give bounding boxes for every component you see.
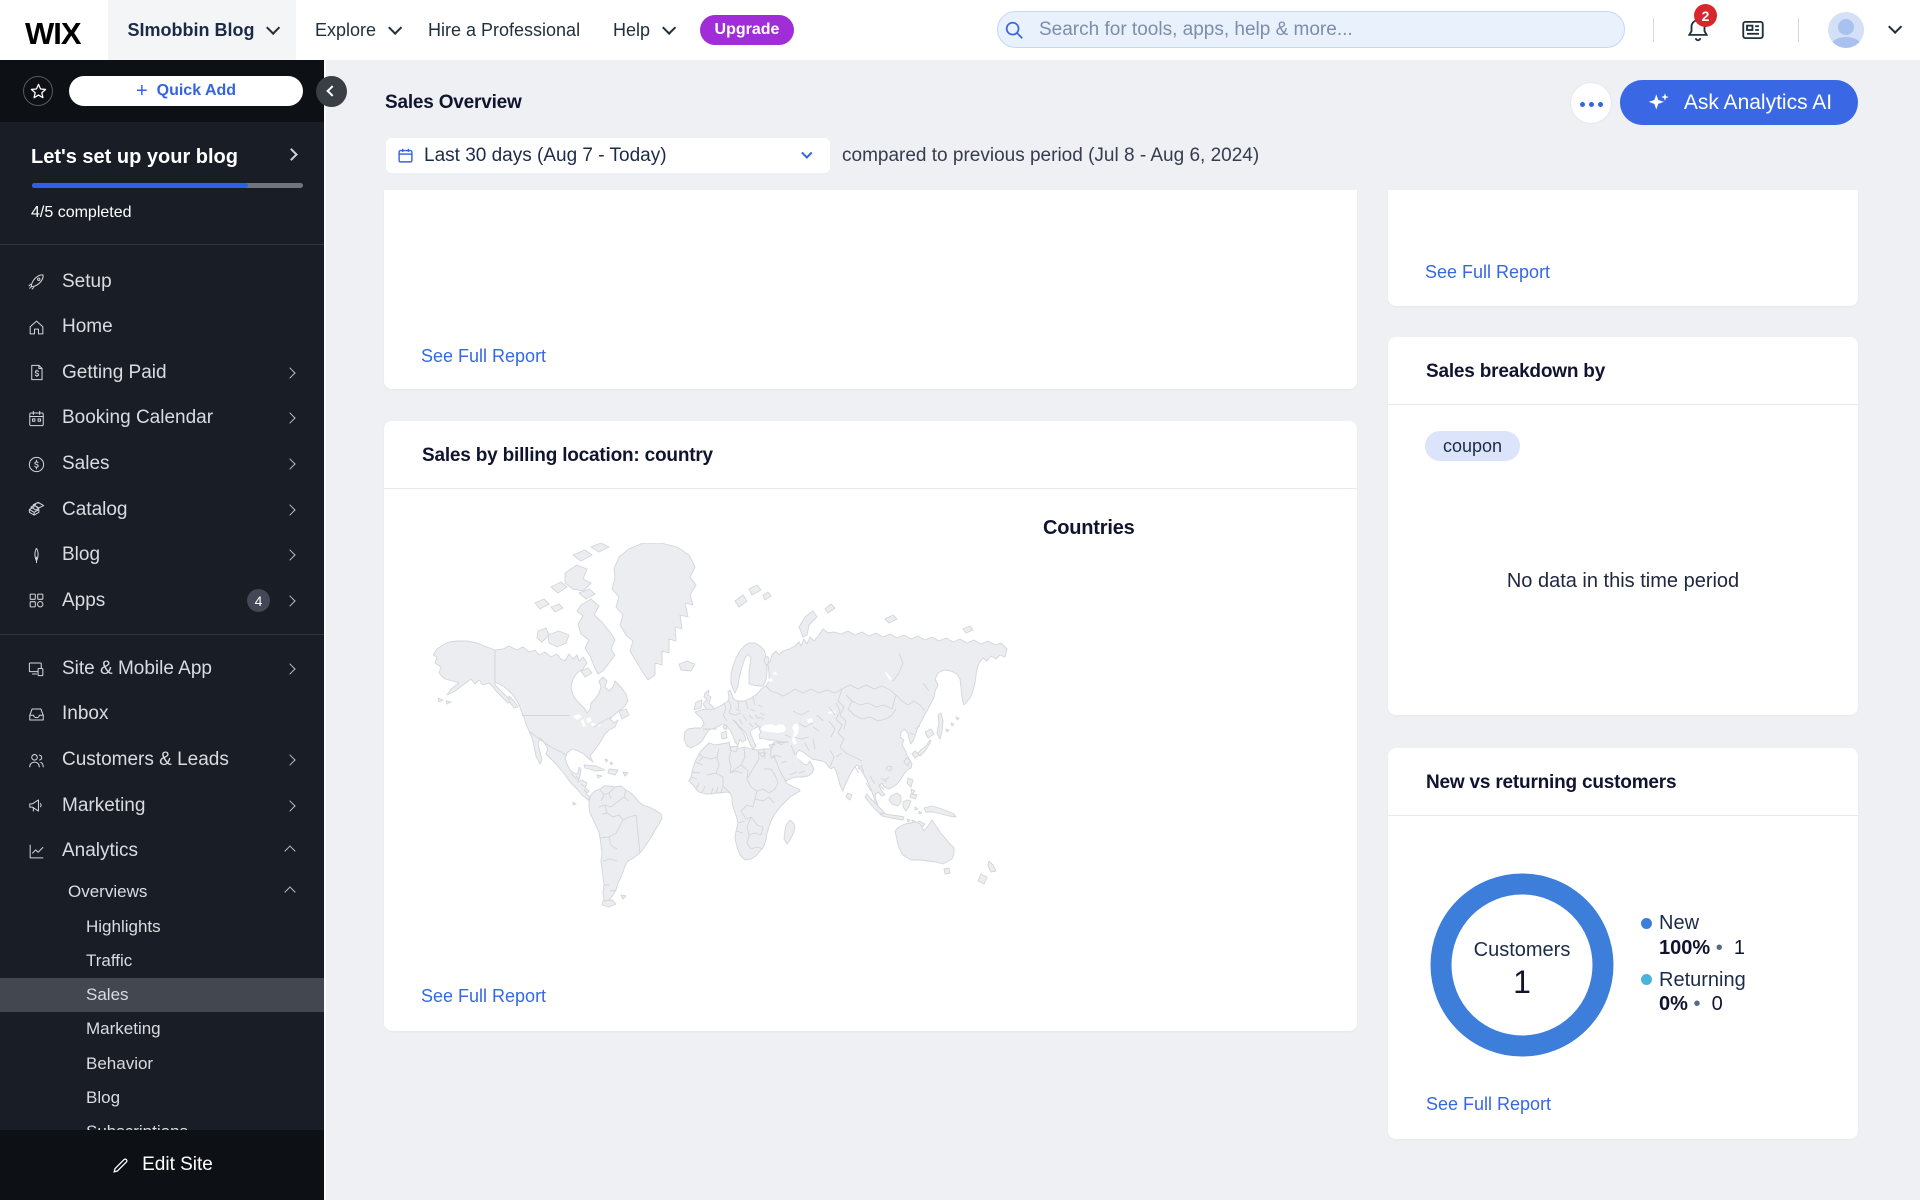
svg-text:Customers: Customers [1474,939,1571,961]
svg-text:1: 1 [1513,964,1531,1000]
